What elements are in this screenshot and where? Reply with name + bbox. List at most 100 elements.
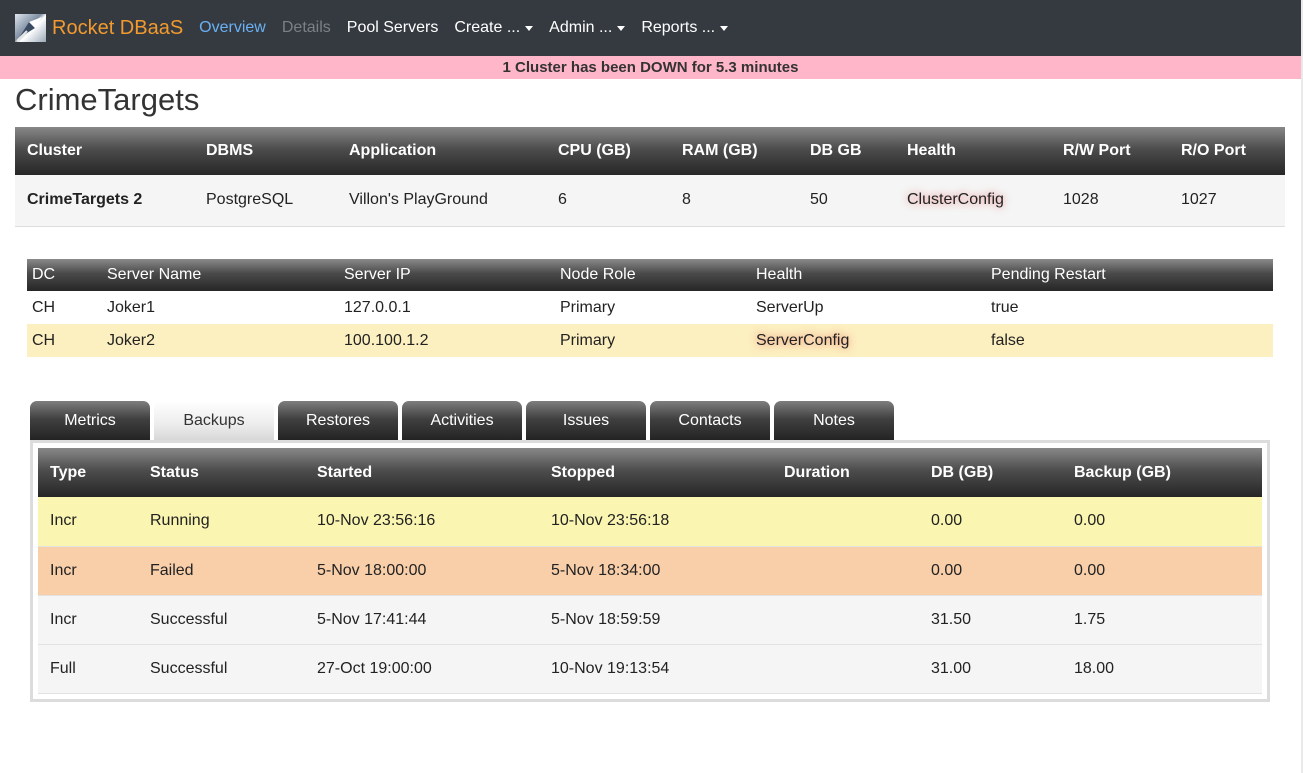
- backup-status: Successful: [138, 595, 305, 645]
- col-server-ip: Server IP: [339, 259, 555, 291]
- nav-create-dropdown[interactable]: Create ...: [454, 19, 534, 37]
- col-status: Status: [138, 448, 305, 497]
- backup-size-gb: 0.00: [1062, 546, 1262, 596]
- server-role: Primary: [555, 324, 751, 357]
- backup-status: Failed: [138, 546, 305, 596]
- cluster-rw-port: 1028: [1051, 175, 1169, 227]
- caret-down-icon: [720, 25, 729, 31]
- cluster-application: Villon's PlayGround: [337, 175, 546, 227]
- col-cluster: Cluster: [15, 127, 194, 175]
- nav-details: Details: [282, 19, 331, 37]
- table-row[interactable]: Full Successful 27-Oct 19:00:00 10-Nov 1…: [38, 644, 1262, 694]
- col-ro-port: R/O Port: [1169, 127, 1285, 175]
- backup-started: 27-Oct 19:00:00: [305, 644, 539, 694]
- table-row[interactable]: CH Joker2 100.100.1.2 Primary ServerConf…: [27, 324, 1273, 357]
- backup-started: 5-Nov 18:00:00: [305, 546, 539, 596]
- backups-panel: Type Status Started Stopped Duration DB …: [30, 440, 1270, 702]
- backup-db-gb: 31.00: [919, 644, 1062, 694]
- nav-overview[interactable]: Overview: [199, 19, 266, 37]
- cluster-ram: 8: [670, 175, 798, 227]
- col-backup-gb: Backup (GB): [1062, 448, 1262, 497]
- col-db-gb: DB GB: [798, 127, 895, 175]
- server-dc: CH: [27, 324, 102, 357]
- col-db-gb: DB (GB): [919, 448, 1062, 497]
- backup-size-gb: 1.75: [1062, 595, 1262, 645]
- backup-size-gb: 18.00: [1062, 644, 1262, 694]
- cluster-db-gb: 50: [798, 175, 895, 227]
- server-dc: CH: [27, 291, 102, 324]
- backup-type: Incr: [38, 497, 138, 547]
- backup-type: Incr: [38, 546, 138, 596]
- backup-type: Incr: [38, 595, 138, 645]
- server-name: Joker1: [102, 291, 339, 324]
- backup-duration: [772, 546, 919, 596]
- backup-stopped: 5-Nov 18:59:59: [539, 595, 772, 645]
- server-ip: 100.100.1.2: [339, 324, 555, 357]
- col-duration: Duration: [772, 448, 919, 497]
- col-node-role: Node Role: [555, 259, 751, 291]
- server-health: ServerUp: [751, 291, 986, 324]
- tab-contacts[interactable]: Contacts: [650, 401, 770, 441]
- tab-metrics[interactable]: Metrics: [30, 401, 150, 441]
- server-name: Joker2: [102, 324, 339, 357]
- cluster-health-status: ClusterConfig: [895, 175, 1051, 227]
- nav-details-label: Details: [281, 19, 331, 36]
- col-server-name: Server Name: [102, 259, 339, 291]
- tab-restores[interactable]: Restores: [278, 401, 398, 441]
- backups-table: Type Status Started Stopped Duration DB …: [38, 448, 1262, 694]
- col-stopped: Stopped: [539, 448, 772, 497]
- caret-down-icon: [617, 25, 626, 31]
- backup-started: 5-Nov 17:41:44: [305, 595, 539, 645]
- backup-duration: [772, 595, 919, 645]
- cluster-down-alert: 1 Cluster has been DOWN for 5.3 minutes: [0, 56, 1301, 79]
- col-dc: DC: [27, 259, 102, 291]
- backup-db-gb: 31.50: [919, 595, 1062, 645]
- backup-started: 10-Nov 23:56:16: [305, 497, 539, 547]
- server-pending-restart: true: [986, 291, 1273, 324]
- table-row[interactable]: CrimeTargets 2 PostgreSQL Villon's PlayG…: [15, 175, 1285, 227]
- cluster-name[interactable]: CrimeTargets 2: [15, 175, 194, 227]
- tab-notes[interactable]: Notes: [774, 401, 894, 441]
- nav-reports-label: Reports ...: [641, 19, 716, 36]
- nav-pool-servers-label: Pool Servers: [346, 19, 439, 36]
- server-health: ServerConfig: [751, 324, 986, 357]
- tab-backups[interactable]: Backups: [154, 401, 274, 441]
- page-title: CrimeTargets: [15, 82, 200, 117]
- col-type: Type: [38, 448, 138, 497]
- backup-status: Running: [138, 497, 305, 547]
- backup-stopped: 10-Nov 19:13:54: [539, 644, 772, 694]
- col-health: Health: [895, 127, 1051, 175]
- table-row[interactable]: CH Joker1 127.0.0.1 Primary ServerUp tru…: [27, 291, 1273, 324]
- nav-reports-dropdown[interactable]: Reports ...: [641, 19, 729, 37]
- backup-db-gb: 0.00: [919, 497, 1062, 547]
- nav-overview-label: Overview: [199, 19, 266, 36]
- nav-admin-dropdown[interactable]: Admin ...: [549, 19, 626, 37]
- table-row[interactable]: Incr Failed 5-Nov 18:00:00 5-Nov 18:34:0…: [38, 546, 1262, 596]
- col-rw-port: R/W Port: [1051, 127, 1169, 175]
- nav-links: Overview Details Pool Servers Create ...…: [199, 19, 744, 37]
- table-row[interactable]: Incr Running 10-Nov 23:56:16 10-Nov 23:5…: [38, 497, 1262, 547]
- nav-pool-servers[interactable]: Pool Servers: [347, 19, 439, 37]
- backup-duration: [772, 497, 919, 547]
- server-role: Primary: [555, 291, 751, 324]
- server-table-header: DC Server Name Server IP Node Role Healt…: [27, 259, 1273, 291]
- detail-tabs: Metrics Backups Restores Activities Issu…: [30, 401, 898, 441]
- backup-db-gb: 0.00: [919, 546, 1062, 596]
- tab-activities[interactable]: Activities: [402, 401, 522, 441]
- backup-size-gb: 0.00: [1062, 497, 1262, 547]
- backup-stopped: 5-Nov 18:34:00: [539, 546, 772, 596]
- cluster-table-header: Cluster DBMS Application CPU (GB) RAM (G…: [15, 127, 1285, 175]
- backup-status: Successful: [138, 644, 305, 694]
- server-table: DC Server Name Server IP Node Role Healt…: [27, 259, 1273, 357]
- backup-type: Full: [38, 644, 138, 694]
- tab-issues[interactable]: Issues: [526, 401, 646, 441]
- cluster-dbms: PostgreSQL: [194, 175, 337, 227]
- nav-admin-label: Admin ...: [549, 19, 613, 36]
- server-ip: 127.0.0.1: [339, 291, 555, 324]
- col-ram: RAM (GB): [670, 127, 798, 175]
- brand[interactable]: Rocket DBaaS: [15, 14, 183, 42]
- nav-create-label: Create ...: [454, 19, 521, 36]
- backups-table-header: Type Status Started Stopped Duration DB …: [38, 448, 1262, 497]
- table-row[interactable]: Incr Successful 5-Nov 17:41:44 5-Nov 18:…: [38, 595, 1262, 645]
- col-cpu: CPU (GB): [546, 127, 670, 175]
